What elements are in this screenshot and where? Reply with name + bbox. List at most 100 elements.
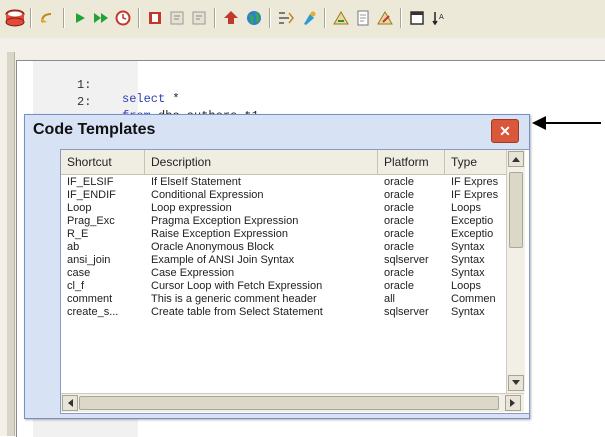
- scroll-down-button[interactable]: [508, 375, 524, 391]
- line-number: 1:: [77, 78, 92, 92]
- list-header: Shortcut Description Platform Type: [61, 150, 506, 175]
- code-line: 1: select *: [17, 64, 180, 106]
- cell-shortcut: case: [67, 267, 91, 279]
- cell-shortcut: cl_f: [67, 280, 85, 292]
- line-number: 2:: [77, 95, 92, 109]
- table-row[interactable]: Prag_Exc Pragma Exception Expression ora…: [61, 215, 506, 228]
- cell-type: Syntax: [451, 306, 485, 318]
- cell-type: Syntax: [451, 241, 485, 253]
- chevron-right-icon: [510, 399, 515, 407]
- cell-type: Loops: [451, 280, 481, 292]
- cell-shortcut: Loop: [67, 202, 92, 214]
- scroll-left-button[interactable]: [62, 395, 78, 411]
- cell-platform: oracle: [384, 189, 414, 201]
- undo-icon[interactable]: [36, 7, 58, 29]
- cell-shortcut: R_E: [67, 228, 89, 240]
- cell-platform: all: [384, 293, 396, 305]
- cell-platform: oracle: [384, 241, 414, 253]
- cell-type: IF Expres: [451, 189, 499, 201]
- document-icon[interactable]: [352, 7, 374, 29]
- horizontal-scroll-thumb[interactable]: [79, 396, 499, 410]
- column-header-platform[interactable]: Platform: [378, 150, 445, 174]
- chevron-up-icon: [512, 157, 520, 162]
- table-row[interactable]: Loop Loop expression oracle Loops: [61, 202, 506, 215]
- table-row[interactable]: cl_f Cursor Loop with Fetch Expression o…: [61, 280, 506, 293]
- scroll-up-button[interactable]: [508, 151, 524, 167]
- cell-type: Commen: [451, 293, 496, 305]
- cell-description: This is a generic comment header: [151, 293, 317, 305]
- comment-icon[interactable]: [166, 7, 188, 29]
- template-edit-icon[interactable]: [374, 7, 396, 29]
- annotation-arrow: [545, 122, 601, 124]
- cell-platform: oracle: [384, 176, 414, 188]
- cell-shortcut: Prag_Exc: [67, 215, 115, 227]
- table-row[interactable]: ab Oracle Anonymous Block oracle Syntax: [61, 241, 506, 254]
- templates-list[interactable]: Shortcut Description Platform Type IF_EL…: [60, 149, 530, 414]
- cell-shortcut: IF_ENDIF: [67, 189, 116, 201]
- chevron-down-icon: [512, 380, 520, 385]
- cell-shortcut: ansi_join: [67, 254, 111, 266]
- close-button[interactable]: ✕: [491, 119, 519, 143]
- cell-type: Syntax: [451, 267, 485, 279]
- cell-platform: oracle: [384, 228, 414, 240]
- cell-shortcut: IF_ELSIF: [67, 176, 114, 188]
- cell-description: Oracle Anonymous Block: [151, 241, 274, 253]
- cell-description: Raise Exception Expression: [151, 228, 288, 240]
- scroll-right-button[interactable]: [505, 395, 521, 411]
- database-icon[interactable]: [4, 7, 26, 29]
- annotation-arrow-head: [532, 116, 546, 130]
- cell-description: Cursor Loop with Fetch Expression: [151, 280, 323, 292]
- step-icon[interactable]: [144, 7, 166, 29]
- cell-description: Create table from Select Statement: [151, 306, 323, 318]
- code-line: 2: from dbo.authors t1: [17, 81, 259, 123]
- explain-plan-icon[interactable]: [220, 7, 242, 29]
- table-row[interactable]: R_E Raise Exception Expression oracle Ex…: [61, 228, 506, 241]
- cell-type: Syntax: [451, 254, 485, 266]
- cell-platform: oracle: [384, 202, 414, 214]
- clock-icon[interactable]: [112, 7, 134, 29]
- table-row[interactable]: create_s... Create table from Select Sta…: [61, 306, 506, 319]
- cell-description: Case Expression: [151, 267, 235, 279]
- table-row[interactable]: IF_ENDIF Conditional Expression oracle I…: [61, 189, 506, 202]
- cell-type: Exceptio: [451, 228, 494, 240]
- sql-keyword: select: [122, 92, 166, 106]
- window-icon[interactable]: [406, 7, 428, 29]
- cell-description: Loop expression: [151, 202, 232, 214]
- cell-description: Example of ANSI Join Syntax: [151, 254, 295, 266]
- cell-platform: sqlserver: [384, 306, 429, 318]
- cell-type: Loops: [451, 202, 481, 214]
- cell-platform: oracle: [384, 280, 414, 292]
- cell-shortcut: comment: [67, 293, 113, 305]
- cell-platform: sqlserver: [384, 254, 429, 266]
- table-row[interactable]: IF_ELSIF If ElseIf Statement oracle IF E…: [61, 176, 506, 189]
- run-all-icon[interactable]: [90, 7, 112, 29]
- svg-text:A: A: [439, 13, 444, 21]
- column-header-shortcut[interactable]: Shortcut: [61, 150, 145, 174]
- cell-description: If ElseIf Statement: [151, 176, 241, 188]
- paint-icon[interactable]: [298, 7, 320, 29]
- sql-text: *: [165, 92, 180, 106]
- close-icon: ✕: [499, 122, 511, 139]
- column-header-description[interactable]: Description: [145, 150, 378, 174]
- cell-description: Conditional Expression: [151, 189, 264, 201]
- table-row[interactable]: case Case Expression oracle Syntax: [61, 267, 506, 280]
- horizontal-scrollbar[interactable]: [61, 393, 524, 412]
- run-icon[interactable]: [69, 7, 91, 29]
- toolbar: A: [0, 0, 605, 39]
- uncomment-icon[interactable]: [188, 7, 210, 29]
- table-row[interactable]: comment This is a generic comment header…: [61, 293, 506, 306]
- column-header-type[interactable]: Type: [445, 150, 506, 174]
- cell-description: Pragma Exception Expression: [151, 215, 299, 227]
- cell-shortcut: ab: [67, 241, 80, 253]
- cell-type: Exceptio: [451, 215, 494, 227]
- sort-icon[interactable]: A: [428, 7, 450, 29]
- table-row[interactable]: ansi_join Example of ANSI Join Syntax sq…: [61, 254, 506, 267]
- template-icon[interactable]: [330, 7, 352, 29]
- cell-platform: oracle: [384, 215, 414, 227]
- dialog-title: Code Templates: [33, 121, 156, 138]
- format-icon[interactable]: [275, 7, 297, 29]
- vertical-scrollbar[interactable]: [506, 150, 525, 393]
- globe-icon[interactable]: [243, 7, 265, 29]
- vertical-scroll-thumb[interactable]: [509, 172, 523, 248]
- editor-left-rail: [7, 52, 15, 436]
